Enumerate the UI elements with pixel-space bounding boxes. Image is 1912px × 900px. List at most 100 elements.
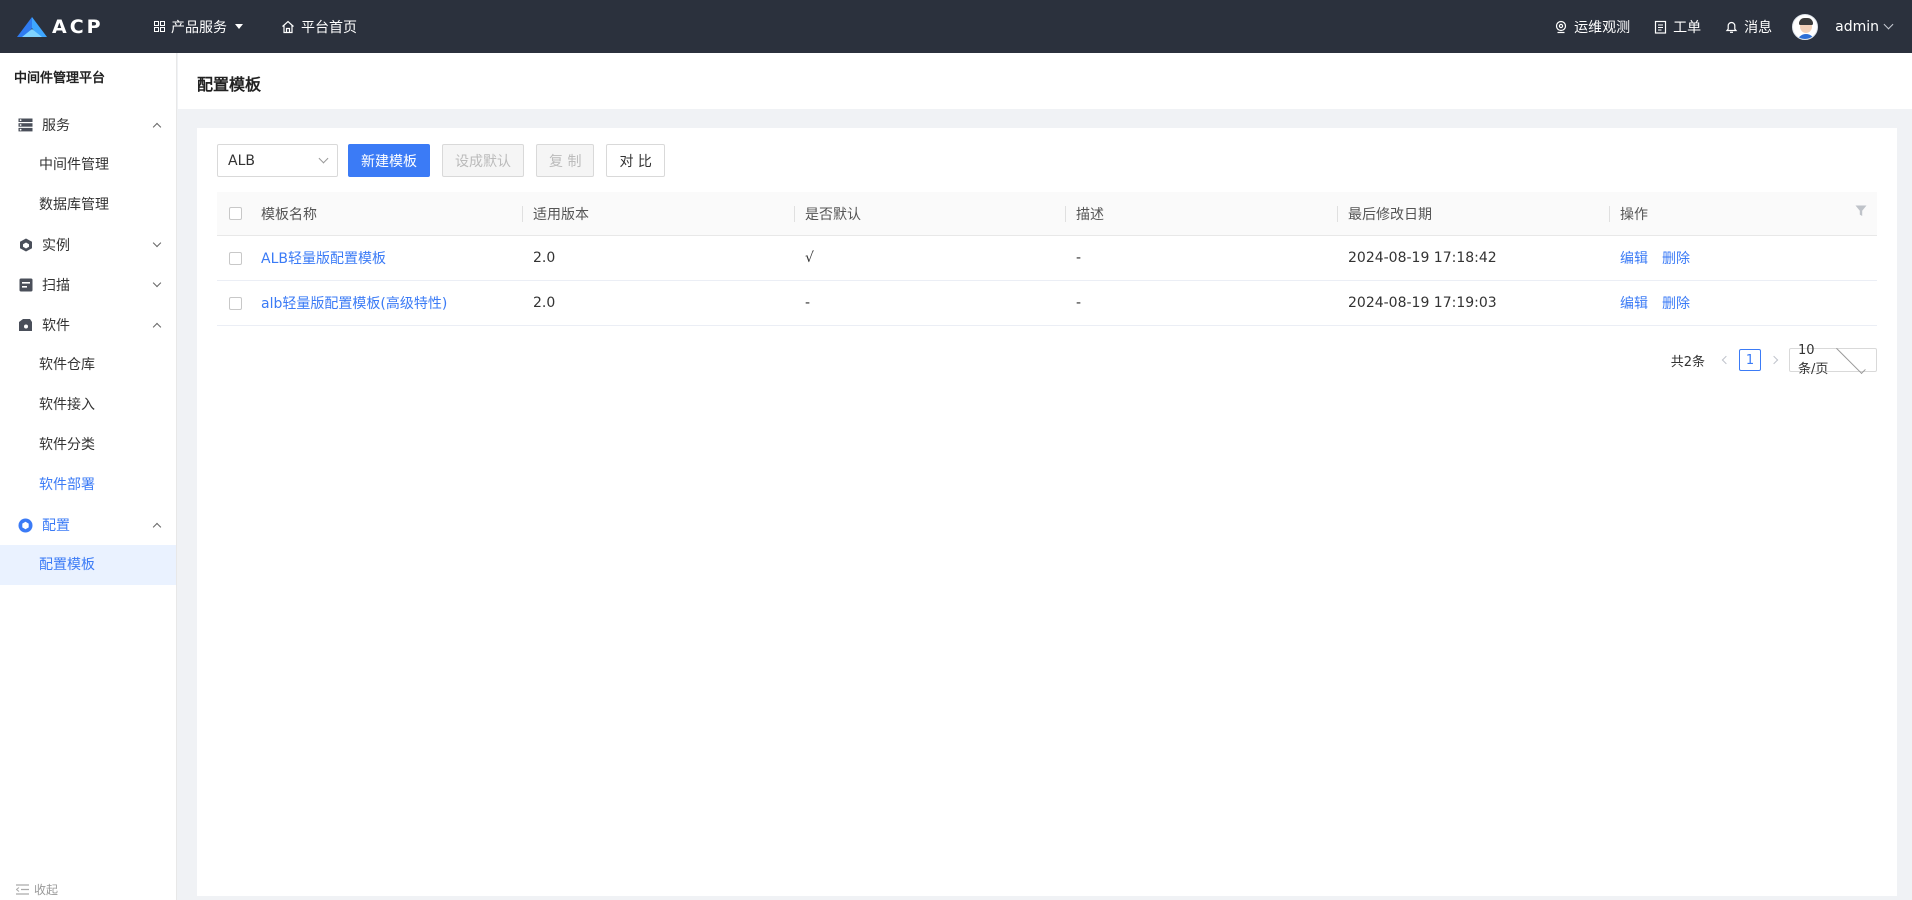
collapse-sidebar-button[interactable]: 收起 (16, 878, 58, 900)
sidebar-item-config-template[interactable]: 配置模板 (0, 545, 176, 585)
row-checkbox[interactable] (229, 296, 242, 310)
column-header-default: 是否默认 (795, 192, 1066, 235)
clipboard-icon (1655, 20, 1667, 34)
chevron-up-icon (152, 322, 162, 332)
config-icon (18, 518, 33, 533)
ticket-label: 工单 (1673, 19, 1702, 36)
sidebar-item-software-access[interactable]: 软件接入 (0, 385, 176, 425)
platform-home-link[interactable]: 平台首页 (281, 17, 357, 37)
chevron-down-icon (318, 153, 329, 164)
package-icon (18, 318, 33, 333)
cell-description: - (1076, 250, 1082, 266)
chevron-up-icon (152, 122, 162, 132)
column-header-name: 模板名称 (251, 192, 523, 235)
prev-page-icon[interactable] (1721, 355, 1731, 365)
sidebar-group-label: 配置 (42, 518, 70, 534)
scan-icon (18, 278, 33, 293)
next-page-icon[interactable] (1769, 355, 1779, 365)
page-size-value: 10 条/页 (1798, 343, 1829, 377)
cell-modified: 2024-08-19 17:19:03 (1348, 295, 1497, 311)
edit-link[interactable]: 编辑 (1620, 293, 1648, 313)
sidebar-group-label: 服务 (42, 118, 70, 134)
chevron-down-icon (152, 278, 162, 288)
collapse-icon (16, 883, 29, 895)
sidebar-item-software-repo[interactable]: 软件仓库 (0, 345, 176, 385)
filter-icon[interactable] (1855, 205, 1867, 221)
cell-is-default: - (805, 295, 811, 311)
table-header-row: 模板名称 适用版本 是否默认 描述 最后修改日期 操作 (217, 192, 1877, 236)
set-default-button: 设成默认 (442, 144, 524, 177)
brand-logo-icon (16, 16, 48, 38)
cell-modified: 2024-08-19 17:18:42 (1348, 250, 1497, 266)
chevron-up-icon (152, 522, 162, 532)
column-header-modified: 最后修改日期 (1338, 192, 1610, 235)
cube-icon (18, 238, 33, 253)
new-template-button[interactable]: 新建模板 (348, 144, 430, 177)
platform-title: 中间件管理平台 (14, 71, 106, 86)
edit-link[interactable]: 编辑 (1620, 248, 1648, 268)
sidebar-group-instance[interactable]: 实例 (0, 225, 176, 265)
brand[interactable]: ACP (0, 16, 150, 38)
column-header-actions: 操作 (1620, 206, 1648, 223)
grid-icon (154, 21, 165, 32)
user-menu[interactable]: admin (1835, 18, 1894, 35)
product-services-menu[interactable]: 产品服务 (154, 17, 243, 37)
ops-label: 运维观测 (1574, 19, 1631, 36)
page-header: 配置模板 (178, 53, 1912, 109)
ops-observability-link[interactable]: 运维观测 (1554, 17, 1630, 37)
bell-icon (1725, 21, 1738, 33)
table-row: alb轻量版配置模板(高级特性) 2.0 - - 2024-08-19 17:1… (217, 281, 1877, 326)
sidebar-item-database[interactable]: 数据库管理 (0, 185, 176, 225)
username: admin (1835, 18, 1879, 35)
sidebar-item-software-category[interactable]: 软件分类 (0, 425, 176, 465)
page-size-select[interactable]: 10 条/页 (1789, 343, 1877, 377)
sidebar-group-software[interactable]: 软件 (0, 305, 176, 345)
user-avatar[interactable] (1792, 13, 1819, 40)
page-number-button[interactable]: 1 (1739, 349, 1761, 371)
column-header-version: 适用版本 (523, 192, 795, 235)
collapse-label: 收起 (34, 882, 59, 897)
sidebar-group-scan[interactable]: 扫描 (0, 265, 176, 305)
chevron-down-icon (1835, 343, 1865, 374)
sidebar-group-label: 实例 (42, 238, 70, 254)
cell-version: 2.0 (533, 250, 556, 266)
row-checkbox[interactable] (229, 251, 242, 265)
product-services-label: 产品服务 (171, 19, 227, 36)
page-title: 配置模板 (197, 75, 262, 94)
middleware-type-select[interactable]: ALB (217, 144, 338, 177)
brand-name: ACP (52, 15, 104, 38)
chevron-down-icon (152, 238, 162, 248)
top-bar: ACP 产品服务 平台首页 运维观测 工单 消息 admin (0, 0, 1912, 53)
pagination-total: 共2条 (1670, 354, 1705, 370)
sidebar-group-label: 软件 (42, 318, 70, 334)
select-all-checkbox[interactable] (229, 207, 242, 220)
compare-button[interactable]: 对 比 (606, 144, 665, 177)
toolbar: ALB 新建模板 设成默认 复 制 对 比 (217, 144, 677, 177)
sidebar-item-middleware[interactable]: 中间件管理 (0, 145, 176, 185)
delete-link[interactable]: 删除 (1662, 293, 1690, 313)
delete-link[interactable]: 删除 (1662, 248, 1690, 268)
sidebar-group-service[interactable]: 服务 (0, 105, 176, 145)
cell-is-default: √ (805, 250, 814, 266)
content-card: ALB 新建模板 设成默认 复 制 对 比 模板名称 适用版本 是否默认 描述 … (197, 128, 1897, 896)
home-icon (282, 20, 294, 33)
sidebar-item-software-deploy[interactable]: 软件部署 (0, 465, 176, 505)
sidebar-group-config[interactable]: 配置 (0, 505, 176, 545)
copy-button: 复 制 (536, 144, 595, 177)
template-name-link[interactable]: ALB轻量版配置模板 (261, 248, 386, 268)
ticket-link[interactable]: 工单 (1654, 17, 1701, 37)
cell-description: - (1076, 295, 1082, 311)
sidebar: 中间件管理平台 服务 中间件管理 数据库管理 实例 扫描 软件 软件仓库 软件接… (0, 53, 177, 900)
template-name-link[interactable]: alb轻量版配置模板(高级特性) (261, 293, 447, 313)
chevron-down-icon (1883, 19, 1894, 30)
platform-home-label: 平台首页 (301, 19, 357, 36)
caret-down-icon (235, 24, 243, 29)
template-table: 模板名称 适用版本 是否默认 描述 最后修改日期 操作 ALB轻量版配置模板 2… (217, 192, 1877, 326)
column-header-description: 描述 (1066, 192, 1338, 235)
select-value: ALB (228, 152, 255, 169)
observe-icon (1556, 20, 1567, 33)
sidebar-group-label: 扫描 (42, 278, 70, 294)
messages-label: 消息 (1744, 19, 1773, 36)
messages-link[interactable]: 消息 (1725, 17, 1772, 37)
server-icon (18, 118, 33, 133)
